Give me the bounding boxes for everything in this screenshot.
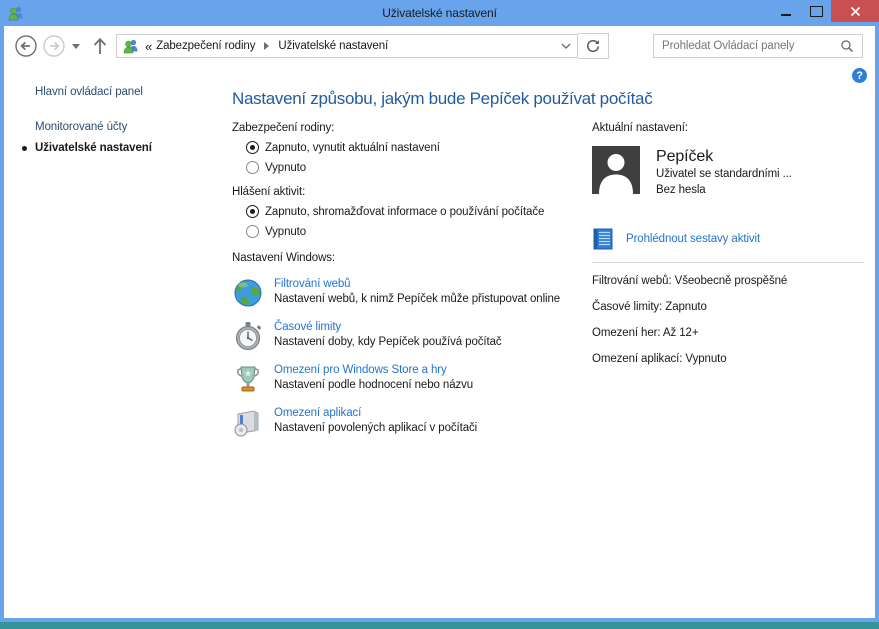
breadcrumb-separator-icon[interactable] [264,42,269,50]
summary-game-restrictions: Omezení her: Až 12+ [592,326,864,341]
current-settings-panel: Aktuální nastavení: Pepíček Uživatel se … [592,121,864,367]
sidebar-item-monitored-accounts[interactable]: Monitorované účty [35,120,225,134]
refresh-button[interactable] [578,33,609,59]
sidebar-item-label: Uživatelské nastavení [35,142,152,154]
maximize-button[interactable] [801,0,831,22]
help-icon[interactable]: ? [852,68,867,83]
sidebar-item-main-control-panel[interactable]: Hlavní ovládací panel [35,85,225,99]
trophy-icon[interactable] [232,363,264,395]
sidebar: Hlavní ovládací panel Monitorované účty … [35,85,225,155]
sidebar-item-user-settings[interactable]: Uživatelské nastavení [35,141,225,155]
globe-icon[interactable] [232,277,264,309]
activity-reporting-label: Hlášení aktivit: [232,185,592,200]
radio-label: Zapnuto, shromažďovat informace o použív… [265,206,544,218]
setting-item-time-limits[interactable]: Časové limity Nastavení doby, kdy Pepíče… [232,320,592,352]
radio-unselected-icon[interactable] [246,161,259,174]
radio-option-activity-off[interactable]: Vypnuto [246,225,592,238]
web-filtering-link[interactable]: Filtrování webů [274,277,560,292]
search-icon[interactable] [840,39,854,53]
setting-item-app-restrictions[interactable]: Omezení aplikací Nastavení povolených ap… [232,406,592,438]
radio-selected-icon[interactable] [246,205,259,218]
breadcrumb-item-family-safety[interactable]: Zabezpečení rodiny [156,40,255,52]
web-filtering-description: Nastavení webů, k nimž Pepíček může přis… [274,292,560,307]
radio-label: Zapnuto, vynutit aktuální nastavení [265,142,440,154]
main-panel: Nastavení způsobu, jakým bude Pepíček po… [232,88,592,438]
back-icon [14,34,38,58]
page-title: Nastavení způsobu, jakým bude Pepíček po… [232,88,592,110]
store-games-description: Nastavení podle hodnocení nebo názvu [274,378,473,393]
radio-option-family-safety-off[interactable]: Vypnuto [246,161,592,174]
store-games-link[interactable]: Omezení pro Windows Store a hry [274,363,473,378]
back-button[interactable] [14,34,38,58]
radio-option-activity-on[interactable]: Zapnuto, shromažďovat informace o použív… [246,205,592,218]
app-restrictions-link[interactable]: Omezení aplikací [274,406,477,421]
search-input[interactable]: Prohledat Ovládací panely [653,34,863,58]
windows-settings-label: Nastavení Windows: [232,251,592,266]
up-button[interactable] [90,35,110,57]
recent-pages-button[interactable] [72,44,80,49]
minimize-icon [781,14,791,16]
address-dropdown-button[interactable] [561,43,571,49]
user-name: Pepíček [656,147,792,166]
forward-icon [42,34,66,58]
window-title: Uživatelské nastavení [0,6,879,20]
breadcrumb-overflow-chevron[interactable]: « [145,39,152,54]
radio-unselected-icon[interactable] [246,225,259,238]
current-settings-label: Aktuální nastavení: [592,121,864,136]
active-bullet-icon [22,146,27,151]
breadcrumb-location-icon [123,38,139,54]
refresh-icon [586,39,600,53]
family-safety-label: Zabezpečení rodiny: [232,121,592,136]
close-button[interactable] [831,0,879,22]
time-limits-link[interactable]: Časové limity [274,320,502,335]
summary-app-restrictions: Omezení aplikací: Vypnuto [592,352,864,367]
minimize-button[interactable] [771,0,801,22]
chevron-down-icon [72,44,80,49]
radio-label: Vypnuto [265,162,306,174]
user-account-type: Uživatel se standardními ... [656,167,792,182]
user-avatar [592,146,640,194]
forward-button[interactable] [42,34,66,58]
app-restrictions-description: Nastavení povolených aplikací v počítači [274,421,477,436]
radio-option-family-safety-on[interactable]: Zapnuto, vynutit aktuální nastavení [246,141,592,154]
window-controls [771,0,879,26]
activity-report-icon[interactable] [592,228,614,250]
family-safety-app-icon [8,5,24,21]
summary-web-filtering: Filtrování webů: Všeobecně prospěšné [592,274,864,289]
view-activity-reports-label: Prohlédnout sestavy aktivit [626,232,760,247]
close-icon [850,6,861,17]
user-password-status: Bez hesla [656,183,792,198]
search-placeholder: Prohledat Ovládací panely [662,40,840,52]
stopwatch-icon[interactable] [232,320,264,352]
radio-selected-icon[interactable] [246,141,259,154]
window-content: « Zabezpečení rodiny Uživatelské nastave… [4,26,875,618]
radio-label: Vypnuto [265,226,306,238]
maximize-icon [810,6,823,17]
time-limits-description: Nastavení doby, kdy Pepíček používá počí… [274,335,502,350]
app-box-icon[interactable] [232,406,264,438]
breadcrumb-item-user-settings[interactable]: Uživatelské nastavení [278,40,388,52]
user-summary: Pepíček Uživatel se standardními ... Bez… [592,146,864,198]
address-bar[interactable]: « Zabezpečení rodiny Uživatelské nastave… [116,34,578,58]
setting-item-web-filtering[interactable]: Filtrování webů Nastavení webů, k nimž P… [232,277,592,309]
chevron-down-icon [561,43,571,49]
navigation-toolbar: « Zabezpečení rodiny Uživatelské nastave… [4,31,875,61]
summary-time-limits: Časové limity: Zapnuto [592,300,864,315]
divider [592,262,864,263]
titlebar[interactable]: Uživatelské nastavení [0,0,879,26]
view-activity-reports-link[interactable]: Prohlédnout sestavy aktivit [592,228,864,250]
up-arrow-icon [90,35,110,57]
window: Uživatelské nastavení [0,0,879,622]
setting-item-store-games[interactable]: Omezení pro Windows Store a hry Nastaven… [232,363,592,395]
